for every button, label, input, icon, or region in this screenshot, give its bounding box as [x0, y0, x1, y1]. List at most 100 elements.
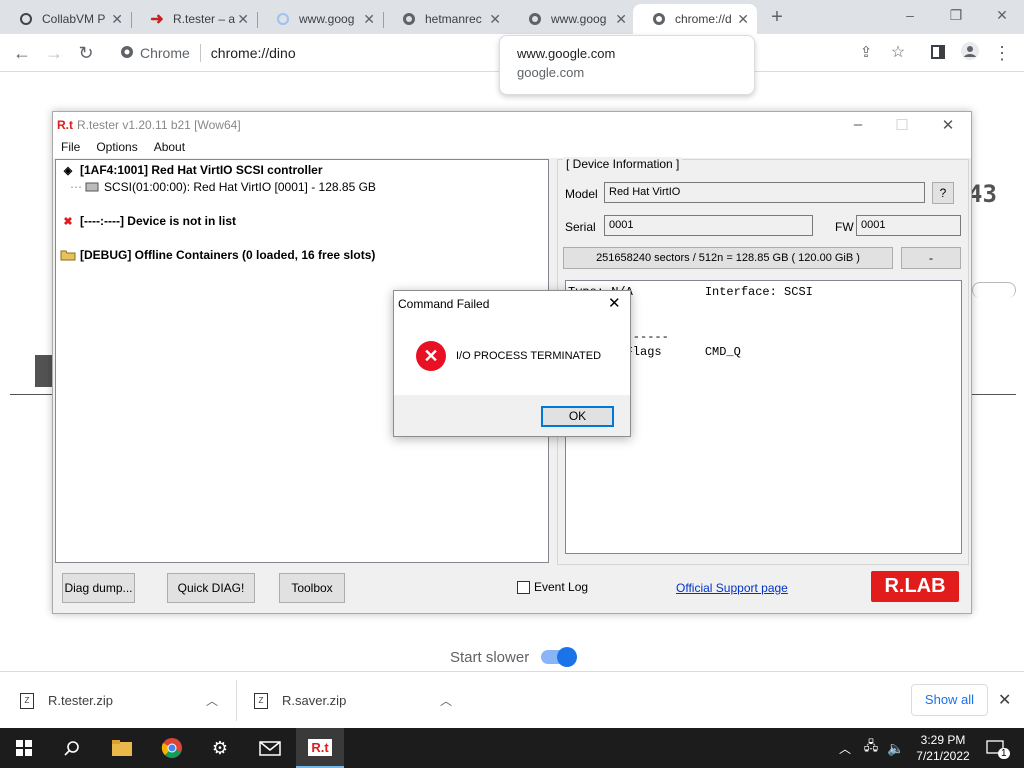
- chrome-chip[interactable]: Chrome: [120, 45, 190, 62]
- menu-options[interactable]: Options: [88, 138, 145, 158]
- download-item-rsaver[interactable]: Z R.saver.zip ︿: [254, 672, 464, 729]
- globe-icon: [401, 11, 417, 27]
- bookmark-star-icon[interactable]: ☆: [886, 42, 910, 64]
- checkbox[interactable]: [517, 580, 530, 594]
- tree-controller[interactable]: ◈ [1AF4:1001] Red Hat VirtIO SCSI contro…: [60, 163, 323, 177]
- network-icon[interactable]: 🖧: [858, 728, 884, 768]
- rt-maximize-button[interactable]: ☐: [879, 116, 925, 134]
- rt-close-button[interactable]: ✕: [925, 116, 971, 134]
- chrome-taskbar-icon[interactable]: [148, 728, 196, 768]
- serial-field[interactable]: 0001: [604, 215, 813, 236]
- device-info-legend: [ Device Information ]: [563, 157, 683, 171]
- error-device-icon: ✖: [63, 215, 73, 228]
- download-bar: Z R.tester.zip ︿ Z R.saver.zip ︿ Show al…: [0, 671, 1024, 728]
- side-panel-icon[interactable]: [926, 42, 950, 64]
- close-tab-icon[interactable]: ✕: [489, 11, 501, 28]
- controller-icon: ◈: [63, 164, 73, 177]
- restore-button[interactable]: ❐: [936, 4, 976, 26]
- tab-collabvm[interactable]: CollabVM P ✕: [0, 4, 131, 34]
- tab-rtester[interactable]: ➜ R.tester – a ✕: [131, 4, 257, 34]
- capacity-button[interactable]: -: [901, 247, 961, 269]
- rtester-title: R.tester v1.20.11 b21 [Wow64]: [77, 118, 241, 132]
- chrome-icon: [120, 45, 134, 62]
- clock[interactable]: 3:29 PM 7/21/2022: [906, 732, 980, 764]
- disk-icon: [84, 180, 100, 194]
- close-tab-icon[interactable]: ✕: [615, 11, 627, 28]
- tree-disk[interactable]: ⋯ SCSI(01:00:00): Red Hat VirtIO [0001] …: [70, 180, 376, 194]
- rtester-titlebar: R.t R.tester v1.20.11 b21 [Wow64] ‒ ☐ ✕: [53, 112, 971, 138]
- start-windows-icon[interactable]: [0, 728, 48, 768]
- show-all-button[interactable]: Show all: [911, 684, 988, 716]
- serial-label: Serial: [565, 220, 596, 234]
- dino-icon: [35, 355, 53, 387]
- close-download-bar-icon[interactable]: ✕: [998, 690, 1011, 710]
- globe-icon: [651, 11, 667, 27]
- volume-icon[interactable]: 🔈: [884, 728, 908, 768]
- rlab-logo[interactable]: R.LAB: [871, 571, 959, 602]
- diag-dump-button[interactable]: Diag dump...: [62, 573, 135, 603]
- download-item-rtester[interactable]: Z R.tester.zip ︿: [20, 672, 230, 729]
- share-icon[interactable]: ⇪: [854, 42, 878, 64]
- close-tab-icon[interactable]: ✕: [363, 11, 375, 28]
- new-tab-button[interactable]: +: [766, 6, 788, 28]
- model-field[interactable]: Red Hat VirtIO: [604, 182, 925, 203]
- tab-google-loading[interactable]: www.goog ✕: [257, 4, 383, 34]
- fw-label: FW: [835, 220, 854, 234]
- minimize-button[interactable]: ‒: [890, 4, 930, 26]
- rt-minimize-button[interactable]: ‒: [835, 116, 881, 133]
- support-link[interactable]: Official Support page: [676, 581, 788, 595]
- tab-hetmanrec[interactable]: hetmanrec ✕: [383, 4, 509, 34]
- close-window-button[interactable]: ✕: [982, 4, 1022, 26]
- capacity-display: 251658240 sectors / 512n = 128.85 GB ( 1…: [563, 247, 893, 269]
- model-label: Model: [565, 187, 598, 201]
- tree-debug-containers[interactable]: [DEBUG] Offline Containers (0 loaded, 16…: [60, 248, 375, 262]
- menu-file[interactable]: File: [53, 138, 88, 158]
- toggle-switch[interactable]: [541, 647, 578, 667]
- dialog-message: I/O PROCESS TERMINATED: [456, 350, 602, 362]
- zip-file-icon: Z: [20, 692, 34, 709]
- rtester-logo: R.t: [57, 118, 73, 132]
- fw-field[interactable]: 0001: [856, 215, 961, 236]
- collabvm-icon: [18, 11, 34, 27]
- tab-strip: CollabVM P ✕ ➜ R.tester – a ✕ www.goog ✕…: [0, 0, 1024, 34]
- close-tab-icon[interactable]: ✕: [737, 11, 749, 28]
- command-failed-dialog: Command Failed ✕ ✕ I/O PROCESS TERMINATE…: [393, 290, 631, 437]
- forward-button[interactable]: →: [42, 42, 66, 64]
- zip-file-icon: Z: [254, 692, 268, 709]
- error-icon: ✕: [416, 341, 446, 371]
- help-button[interactable]: ?: [932, 182, 954, 204]
- profile-icon[interactable]: [958, 42, 982, 64]
- menu-kebab-icon[interactable]: ⋮: [990, 42, 1014, 64]
- back-button[interactable]: ←: [10, 42, 34, 64]
- rtester-taskbar-icon[interactable]: R.t: [296, 728, 344, 768]
- start-slower-toggle[interactable]: Start slower: [436, 643, 586, 671]
- notifications-icon[interactable]: 1: [980, 728, 1010, 768]
- search-icon[interactable]: [48, 728, 96, 768]
- chevron-up-icon[interactable]: ︿: [440, 692, 452, 709]
- dino-score: 43: [968, 180, 997, 208]
- file-explorer-icon[interactable]: [98, 728, 146, 768]
- event-log-checkbox[interactable]: Event Log: [517, 580, 588, 594]
- toolbox-button[interactable]: Toolbox: [279, 573, 345, 603]
- tab-dino-active[interactable]: chrome://d ✕: [633, 4, 757, 34]
- dialog-close-icon[interactable]: ✕: [608, 294, 621, 312]
- chevron-up-icon[interactable]: ︿: [834, 728, 856, 768]
- tab-google[interactable]: www.goog ✕: [509, 4, 635, 34]
- ok-button[interactable]: OK: [541, 406, 614, 427]
- url-text: chrome://dino: [210, 45, 296, 61]
- dialog-title: Command Failed: [398, 297, 490, 311]
- cloud-icon: [972, 282, 1016, 298]
- close-tab-icon[interactable]: ✕: [111, 11, 123, 28]
- mail-icon[interactable]: [246, 728, 294, 768]
- tree-unknown-device[interactable]: ✖ [----:----] Device is not in list: [60, 214, 236, 228]
- reload-button[interactable]: ↻: [74, 42, 98, 64]
- menu-about[interactable]: About: [146, 138, 193, 158]
- taskbar: ⚙ R.t ︿ 🖧 🔈 3:29 PM 7/21/2022 1: [0, 728, 1024, 768]
- settings-gear-icon[interactable]: ⚙: [196, 728, 244, 768]
- quick-diag-button[interactable]: Quick DIAG!: [167, 573, 255, 603]
- arrow-icon: ➜: [150, 11, 164, 28]
- loading-icon: [275, 11, 291, 27]
- chevron-up-icon[interactable]: ︿: [206, 692, 218, 709]
- close-tab-icon[interactable]: ✕: [237, 11, 249, 28]
- rtester-menubar: File Options About: [53, 138, 971, 158]
